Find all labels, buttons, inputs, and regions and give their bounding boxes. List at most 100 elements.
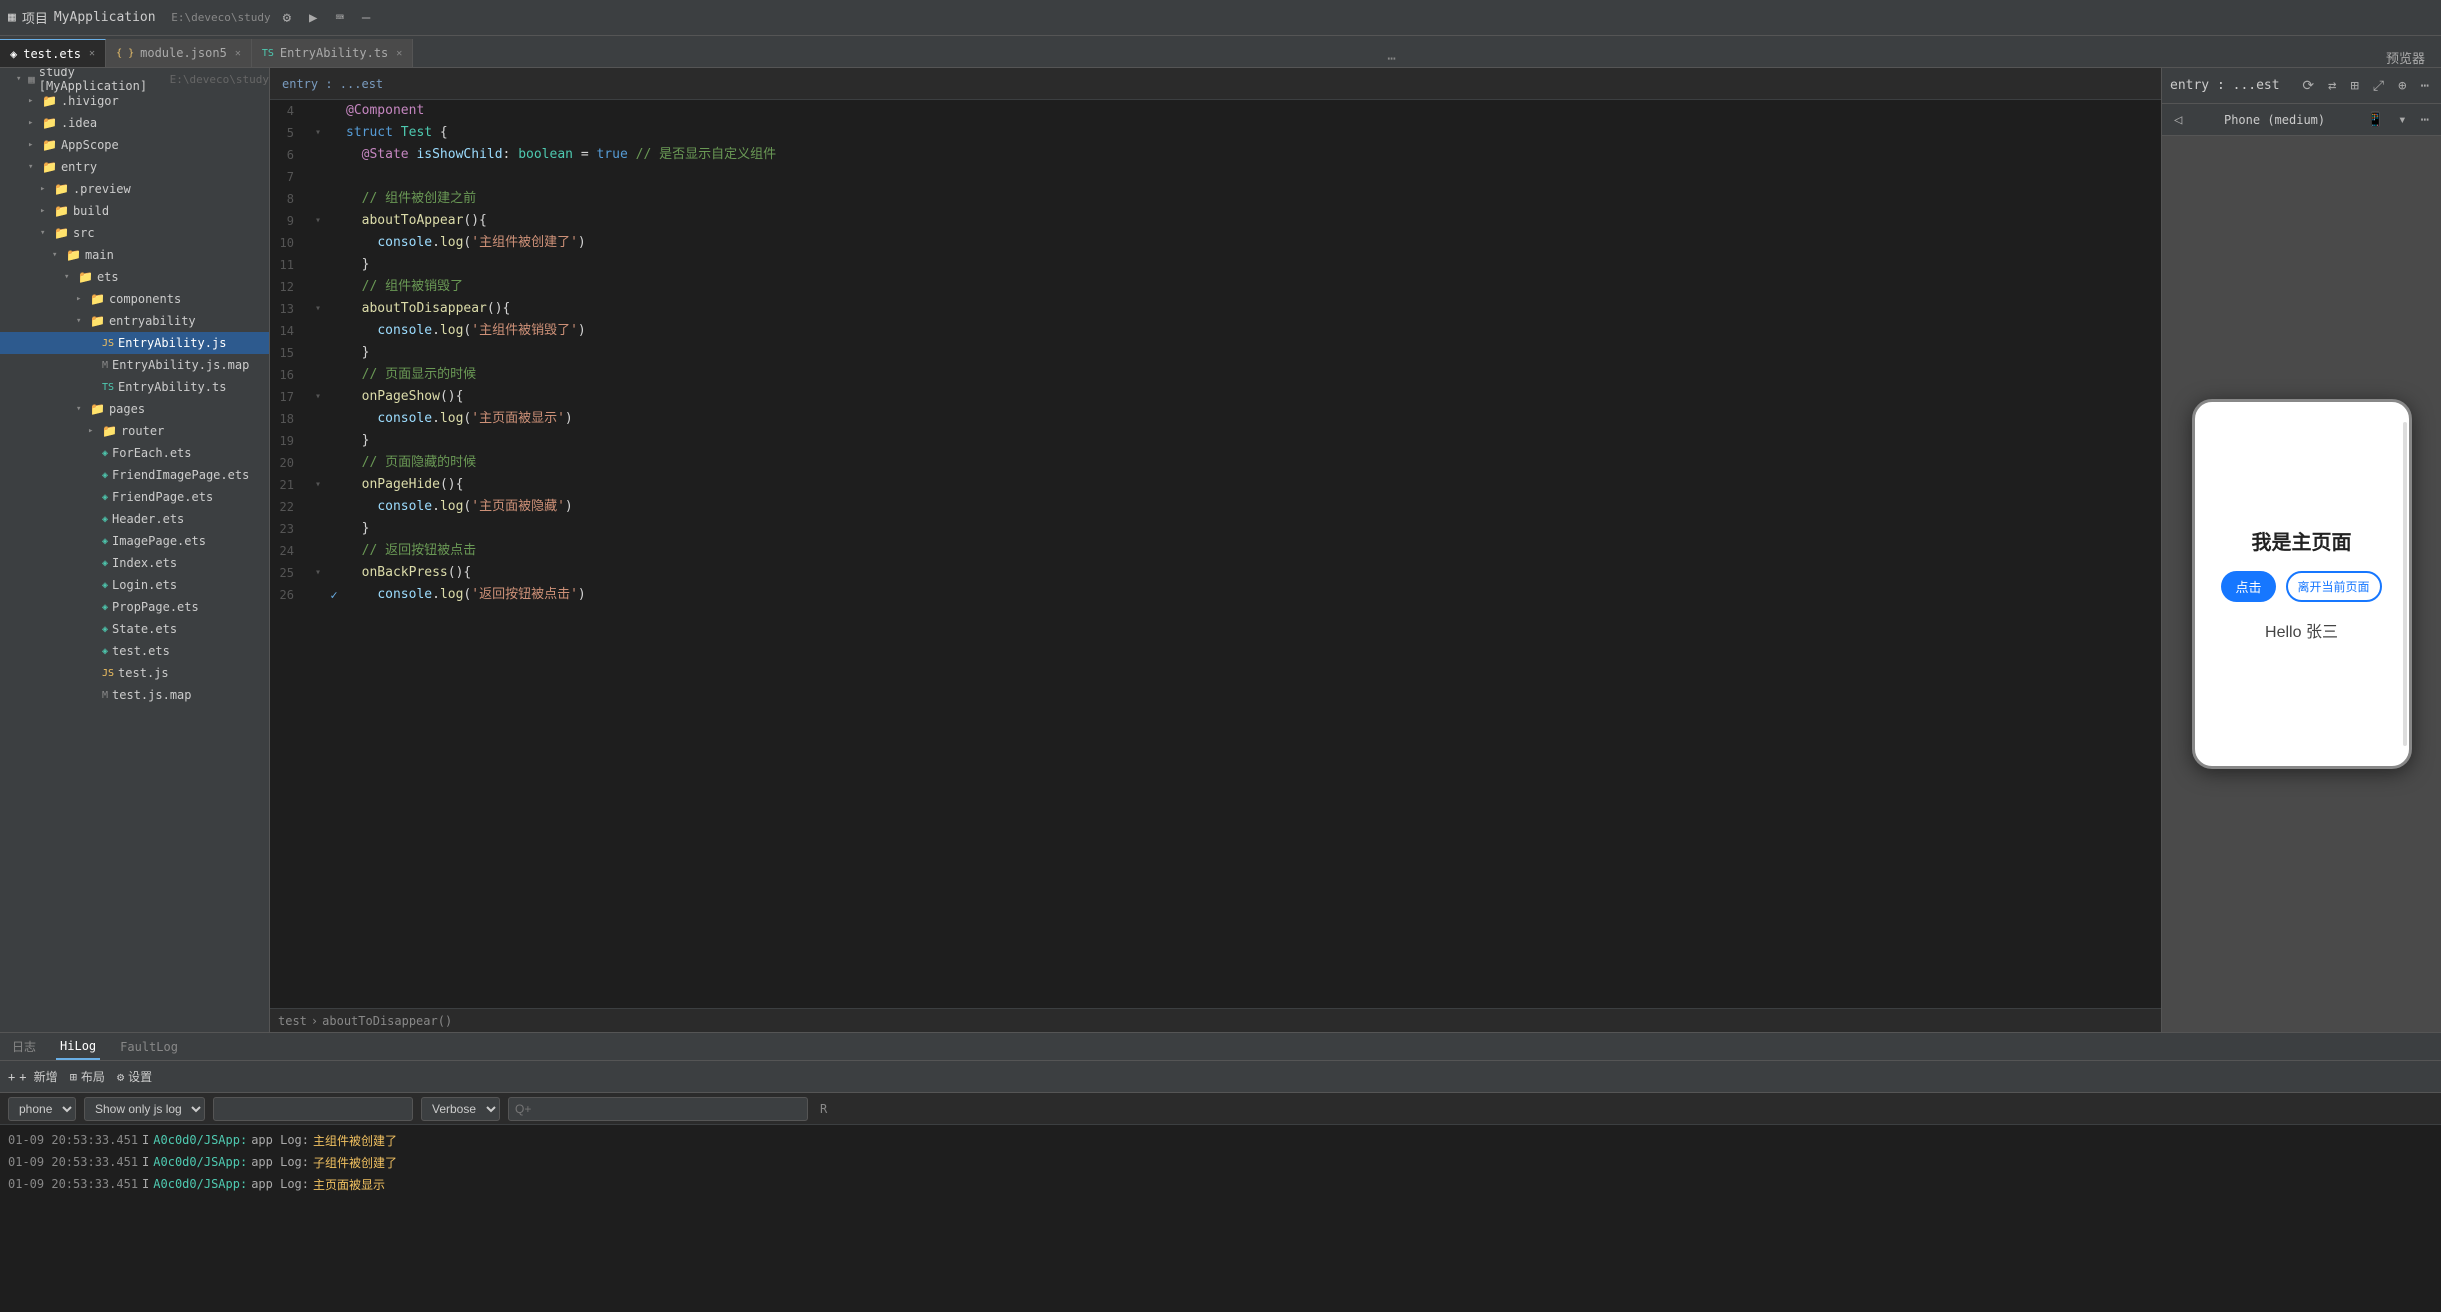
- file-icon: ◈: [102, 646, 108, 657]
- project-name: MyApplication E:\deveco\study: [54, 10, 271, 25]
- folder-icon: ▦: [28, 73, 35, 86]
- sidebar-item-components[interactable]: ▸ 📁 components: [0, 288, 269, 310]
- device-filter[interactable]: phone: [8, 1097, 76, 1121]
- layout-icon: ⊞: [70, 1070, 77, 1084]
- bottom-tab-hilog[interactable]: HiLog: [56, 1033, 100, 1060]
- project-info: ▦ 项目 MyApplication E:\deveco\study: [8, 8, 271, 27]
- search-input[interactable]: [508, 1097, 808, 1121]
- menu-icon[interactable]: —: [358, 8, 374, 28]
- sidebar-item-entryability-js[interactable]: JS EntryAbility.js: [0, 332, 269, 354]
- tab-close-2[interactable]: ✕: [235, 48, 241, 59]
- code-line-17: 17 ▾ onPageShow(){: [270, 386, 2161, 408]
- code-line-16: 16 // 页面显示的时候: [270, 364, 2161, 386]
- run-icon[interactable]: ▶: [305, 8, 321, 28]
- chevron-down-icon[interactable]: ▾: [2394, 110, 2410, 130]
- folder-icon: 📁: [66, 248, 81, 262]
- sidebar-item-entryability[interactable]: ▾ 📁 entryability: [0, 310, 269, 332]
- build-icon[interactable]: ⌨: [331, 8, 347, 28]
- sidebar-item-entryability-ts[interactable]: TS EntryAbility.ts: [0, 376, 269, 398]
- filter-input[interactable]: [213, 1097, 413, 1121]
- sidebar-item-imagepage[interactable]: ◈ ImagePage.ets: [0, 530, 269, 552]
- sidebar-item-hivigor[interactable]: ▸ 📁 .hivigor: [0, 90, 269, 112]
- sidebar-item-appscope[interactable]: ▸ 📁 AppScope: [0, 134, 269, 156]
- expand-icon[interactable]: ⤢: [2369, 76, 2388, 96]
- code-line-20: 20 // 页面隐藏的时候: [270, 452, 2161, 474]
- json-icon: { }: [116, 48, 134, 59]
- folder-icon: 📁: [54, 182, 69, 196]
- phone-preview-container: 我是主页面 点击 离开当前页面 Hello 张三: [2162, 136, 2441, 1032]
- sidebar-item-router[interactable]: ▸ 📁 router: [0, 420, 269, 442]
- folder-icon: 📁: [90, 292, 105, 306]
- phone-buttons-group: 点击 离开当前页面: [2221, 571, 2381, 602]
- folder-icon: 📁: [42, 138, 57, 152]
- file-icon: ◈: [102, 536, 108, 547]
- zoom-in-icon[interactable]: ⊕: [2394, 76, 2410, 96]
- sidebar-item-main[interactable]: ▾ 📁 main: [0, 244, 269, 266]
- sidebar-item-preview[interactable]: ▸ 📁 .preview: [0, 178, 269, 200]
- phone-scrollbar: [2403, 422, 2407, 746]
- preview-panel-label: 预览器: [2370, 48, 2441, 67]
- folder-icon: 📁: [102, 424, 117, 438]
- breadcrumb: test › aboutToDisappear(): [270, 1008, 2161, 1032]
- tab-module-json[interactable]: { } module.json5 ✕: [106, 39, 252, 67]
- sidebar-item-idea[interactable]: ▸ 📁 .idea: [0, 112, 269, 134]
- file-icon: M: [102, 360, 108, 371]
- sidebar-item-ets[interactable]: ▾ 📁 ets: [0, 266, 269, 288]
- sidebar-item-root[interactable]: ▾ ▦ study [MyApplication] E:\deveco\stud…: [0, 68, 269, 90]
- phone-btn-click[interactable]: 点击: [2221, 571, 2275, 602]
- sidebar-item-login[interactable]: ◈ Login.ets: [0, 574, 269, 596]
- code-line-5: 5 ▾ struct Test {: [270, 122, 2161, 144]
- log-line-3: 01-09 20:53:33.451 I A0c0d0/JSApp: app L…: [8, 1173, 2433, 1195]
- phone-icon[interactable]: 📱: [2363, 110, 2388, 130]
- sidebar-item-test-js[interactable]: JS test.js: [0, 662, 269, 684]
- more-icon[interactable]: ⋯: [2417, 76, 2433, 96]
- sidebar-item-friendimage[interactable]: ◈ FriendImagePage.ets: [0, 464, 269, 486]
- sidebar-item-proppage[interactable]: ◈ PropPage.ets: [0, 596, 269, 618]
- bottom-tab-faultlog[interactable]: FaultLog: [116, 1033, 182, 1060]
- file-icon: ◈: [102, 448, 108, 459]
- code-line-14: 14 console.log('主组件被销毁了'): [270, 320, 2161, 342]
- sidebar-item-entry[interactable]: ▾ 📁 entry: [0, 156, 269, 178]
- back-icon[interactable]: ◁: [2170, 110, 2186, 130]
- grid-icon[interactable]: ⊞: [2346, 76, 2362, 96]
- sidebar-item-test-ets[interactable]: ◈ test.ets: [0, 640, 269, 662]
- bottom-tab-log[interactable]: 日志: [8, 1033, 40, 1060]
- settings-icon[interactable]: ⋯: [2417, 110, 2433, 130]
- tab-entry-ability[interactable]: TS EntryAbility.ts ✕: [252, 39, 413, 67]
- code-line-8: 8 // 组件被创建之前: [270, 188, 2161, 210]
- sidebar-item-index[interactable]: ◈ Index.ets: [0, 552, 269, 574]
- log-type-filter[interactable]: Show only js log: [84, 1097, 205, 1121]
- verbose-filter[interactable]: Verbose: [421, 1097, 500, 1121]
- sidebar-item-entryability-js-map[interactable]: M EntryAbility.js.map: [0, 354, 269, 376]
- sidebar-item-test-js-map[interactable]: M test.js.map: [0, 684, 269, 706]
- sidebar-item-friendpage[interactable]: ◈ FriendPage.ets: [0, 486, 269, 508]
- log-line-1: 01-09 20:53:33.451 I A0c0d0/JSApp: app L…: [8, 1129, 2433, 1151]
- tabs-more-icon[interactable]: ⋯: [1377, 51, 1405, 67]
- settings-button[interactable]: ⚙ 设置: [117, 1068, 152, 1085]
- tab-close-3[interactable]: ✕: [396, 48, 402, 59]
- sidebar-item-pages[interactable]: ▾ 📁 pages: [0, 398, 269, 420]
- rotate-icon[interactable]: ⇄: [2324, 76, 2340, 96]
- ts-icon: TS: [262, 48, 274, 59]
- settings-icon[interactable]: ⚙: [279, 8, 295, 28]
- add-button[interactable]: + + 新增: [8, 1068, 58, 1085]
- tab-close-1[interactable]: ✕: [89, 48, 95, 59]
- file-icon: M: [102, 690, 108, 701]
- file-icon: ◈: [102, 580, 108, 591]
- sidebar-item-foreach[interactable]: ◈ ForEach.ets: [0, 442, 269, 464]
- sidebar-item-header[interactable]: ◈ Header.ets: [0, 508, 269, 530]
- tab-test-ets[interactable]: ◈ test.ets ✕: [0, 39, 106, 67]
- code-line-25: 25 ▾ onBackPress(){: [270, 562, 2161, 584]
- folder-icon: 📁: [78, 270, 93, 284]
- refresh-icon[interactable]: ⟳: [2298, 76, 2318, 96]
- code-editor[interactable]: 4 @Component 5 ▾ struct Test { 6 @State …: [270, 100, 2161, 1008]
- phone-hello-text: Hello 张三: [2265, 618, 2338, 642]
- sidebar-item-src[interactable]: ▾ 📁 src: [0, 222, 269, 244]
- sidebar-item-state[interactable]: ◈ State.ets: [0, 618, 269, 640]
- layout-button[interactable]: ⊞ 布局: [70, 1068, 105, 1085]
- sidebar-item-build[interactable]: ▸ 📁 build: [0, 200, 269, 222]
- preview-toolbar: ◁ Phone (medium) 📱 ▾ ⋯: [2162, 104, 2441, 136]
- phone-btn-leave[interactable]: 离开当前页面: [2286, 571, 2382, 602]
- phone-frame: 我是主页面 点击 离开当前页面 Hello 张三: [2192, 399, 2412, 769]
- code-line-6: 6 @State isShowChild: boolean = true // …: [270, 144, 2161, 166]
